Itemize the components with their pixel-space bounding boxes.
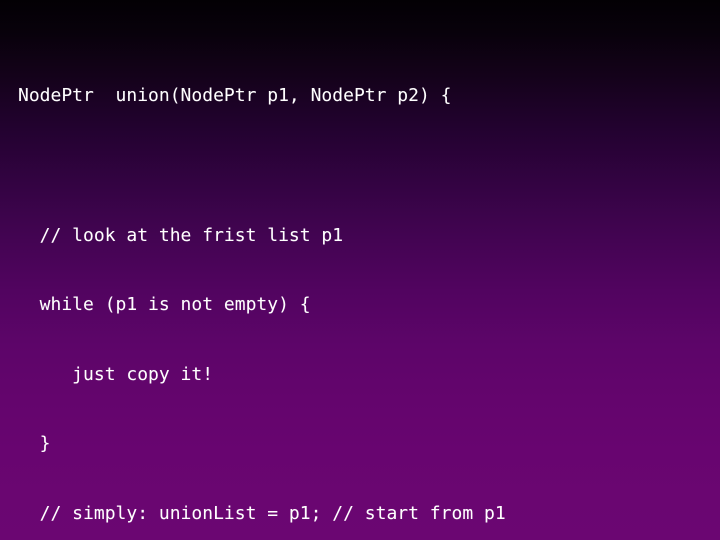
slide-canvas: NodePtr union(NodePtr p1, NodePtr p2) { …	[0, 0, 720, 540]
code-line-signature: NodePtr union(NodePtr p1, NodePtr p2) {	[18, 85, 452, 107]
code-line-just-copy: just copy it!	[18, 363, 214, 385]
code-line-comment-first: // look at the frist list p1	[18, 224, 344, 246]
code-line-close-brace-1: }	[18, 433, 51, 455]
pseudocode-block: NodePtr union(NodePtr p1, NodePtr p2) { …	[18, 38, 708, 540]
code-line-blank-1	[18, 154, 708, 177]
code-line-while-p1: while (p1 is not empty) {	[18, 294, 311, 316]
code-line-comment-simply: // simply: unionList = p1; // start from…	[18, 503, 506, 525]
